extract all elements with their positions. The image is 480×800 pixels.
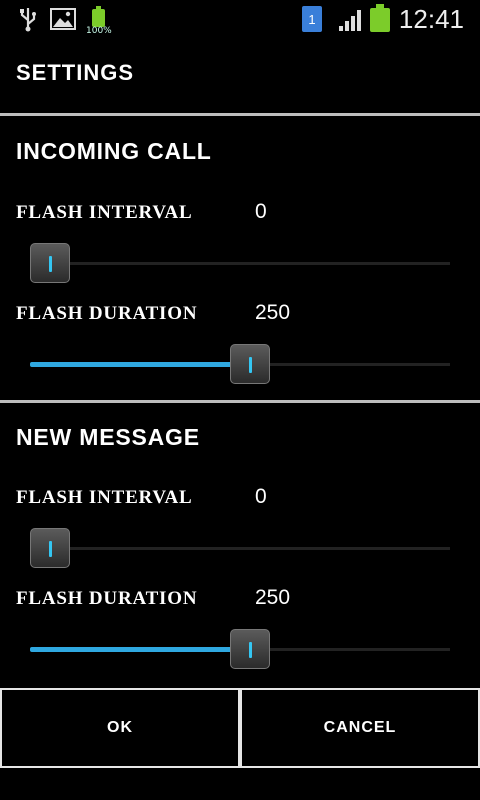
slider-track [30,547,450,550]
slider-thumb[interactable] [30,243,70,283]
incoming-flash-duration-value: 250 [255,301,291,324]
slider-thumb[interactable] [230,629,270,669]
slider-track [30,262,450,265]
slider-thumb[interactable] [230,344,270,384]
section-divider [0,400,480,403]
clock: 12:41 [398,4,464,34]
thumb-grip [249,357,252,373]
incoming-flash-interval-label: FLASH INTERVAL [16,202,193,223]
status-bar: 100% 1 12:41 [0,0,480,38]
dialog-buttons: OK CANCEL [0,688,480,768]
message-flash-interval-slider[interactable] [30,528,450,568]
incoming-flash-duration-slider[interactable] [30,344,450,384]
sim-number: 1 [308,11,316,27]
signal-icon [338,8,364,32]
slider-fill [30,647,250,652]
usb-icon [18,6,38,32]
message-flash-interval-label: FLASH INTERVAL [16,487,193,508]
message-flash-duration-slider[interactable] [30,629,450,669]
thumb-grip [49,541,52,557]
title-divider [0,113,480,116]
battery-small-icon: 100% [86,6,112,36]
battery-icon [370,4,390,32]
slider-thumb[interactable] [30,528,70,568]
battery-percent: 100% [86,26,112,36]
message-flash-interval-value: 0 [255,485,267,508]
sim-badge-icon: 1 [302,6,322,32]
message-flash-duration-value: 250 [255,586,291,609]
bottom-bar [0,768,480,800]
section-title-new-message: NEW MESSAGE [16,424,200,450]
incoming-flash-interval-slider[interactable] [30,243,450,283]
cancel-button[interactable]: CANCEL [240,688,480,768]
incoming-flash-duration-label: FLASH DURATION [16,303,198,324]
incoming-flash-interval-value: 0 [255,200,267,223]
thumb-grip [249,642,252,658]
thumb-grip [49,256,52,272]
slider-fill [30,362,250,367]
gallery-icon [50,8,76,30]
message-flash-duration-label: FLASH DURATION [16,588,198,609]
ok-button[interactable]: OK [0,688,240,768]
dialog-title: SETTINGS [16,60,135,85]
section-title-incoming-call: INCOMING CALL [16,138,212,164]
